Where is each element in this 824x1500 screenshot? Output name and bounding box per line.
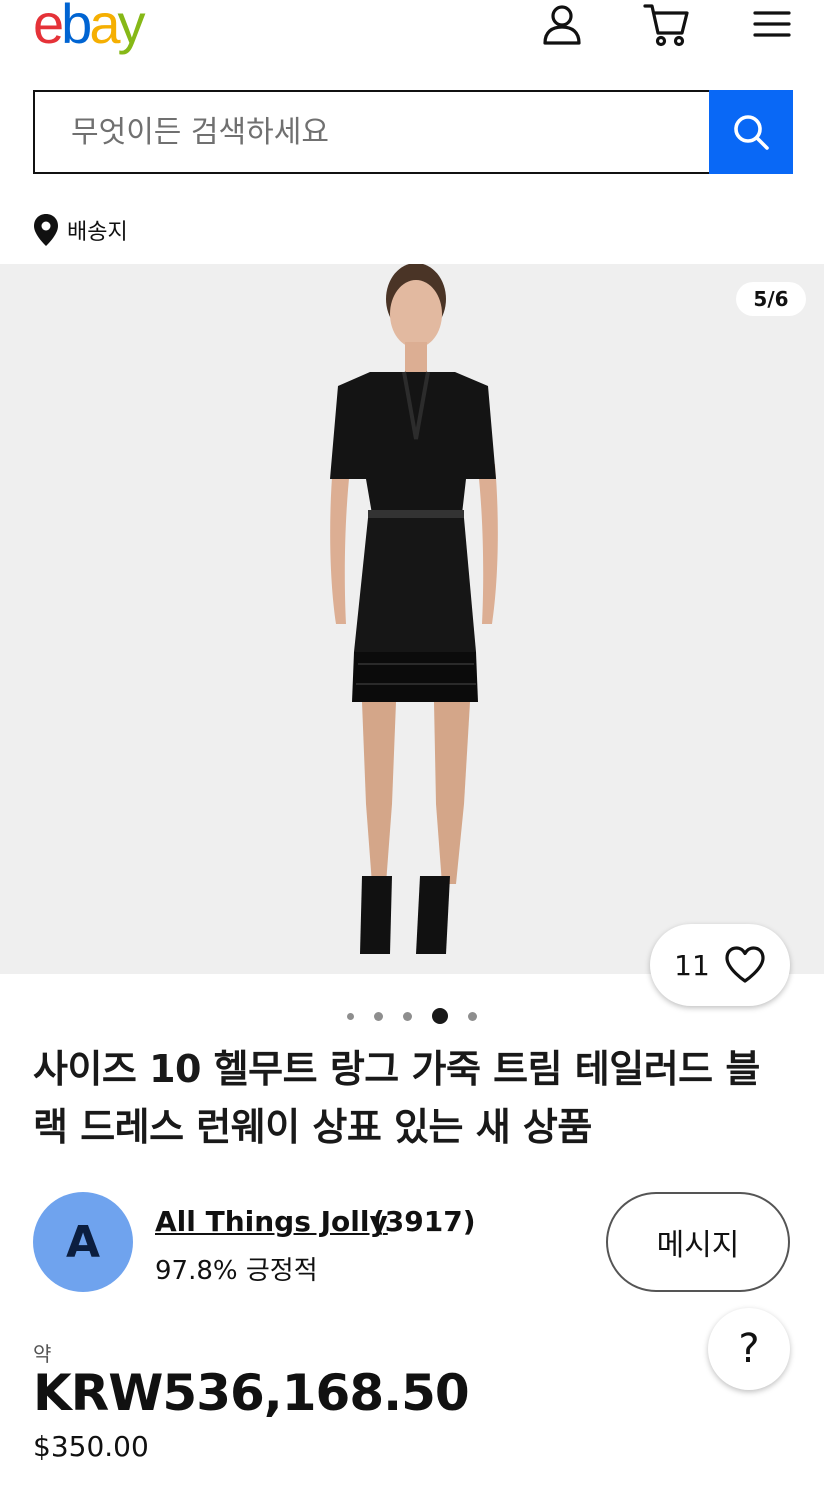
watch-count: 11: [674, 948, 710, 982]
listing-title: 사이즈 10 헬무트 랑그 가죽 트림 테일러드 블랙 드레스 런웨이 상표 있…: [33, 1047, 760, 1149]
dress-model-image: [0, 264, 824, 974]
logo-letter: e: [33, 0, 64, 55]
seller-feedback-percent: 97.8% 긍정적: [155, 1256, 318, 1286]
search-button[interactable]: [709, 90, 793, 174]
pagination-dot[interactable]: [403, 1011, 412, 1021]
pagination-dot[interactable]: [347, 1012, 354, 1020]
logo-letter: a: [89, 0, 120, 55]
product-image[interactable]: [0, 264, 824, 974]
logo-letter: y: [117, 0, 145, 55]
image-counter: 5/6: [736, 282, 806, 316]
location-pin-icon: [34, 214, 58, 246]
ship-to-link[interactable]: 배송지: [33, 210, 128, 250]
image-pagination: [0, 1006, 824, 1026]
seller-avatar[interactable]: A: [33, 1192, 133, 1292]
seller-name-link[interactable]: All Things Jolly: [155, 1205, 388, 1238]
pagination-dot[interactable]: [374, 1011, 383, 1021]
account-icon[interactable]: [538, 0, 586, 48]
pagination-dot[interactable]: [468, 1011, 477, 1021]
seller-feedback-count: (3917): [372, 1205, 476, 1238]
watch-button[interactable]: 11: [650, 924, 790, 1006]
approx-label: 약: [33, 1342, 52, 1366]
message-button[interactable]: 메시지: [606, 1192, 790, 1292]
cart-icon[interactable]: [642, 0, 690, 48]
heart-icon: [725, 946, 765, 983]
logo-letter: b: [61, 0, 92, 55]
ebay-logo[interactable]: ebay: [33, 0, 145, 55]
ship-to-label: 배송지: [67, 220, 128, 245]
menu-icon[interactable]: [748, 0, 796, 48]
search-input[interactable]: [33, 90, 709, 174]
header: ebay: [0, 0, 824, 80]
search-icon: [734, 115, 769, 150]
help-button[interactable]: ?: [708, 1308, 790, 1390]
pagination-dot-active[interactable]: [432, 1008, 448, 1024]
converted-price: KRW536,168.50: [33, 1364, 470, 1422]
search-bar: [33, 90, 793, 174]
original-price: $350.00: [33, 1430, 149, 1463]
